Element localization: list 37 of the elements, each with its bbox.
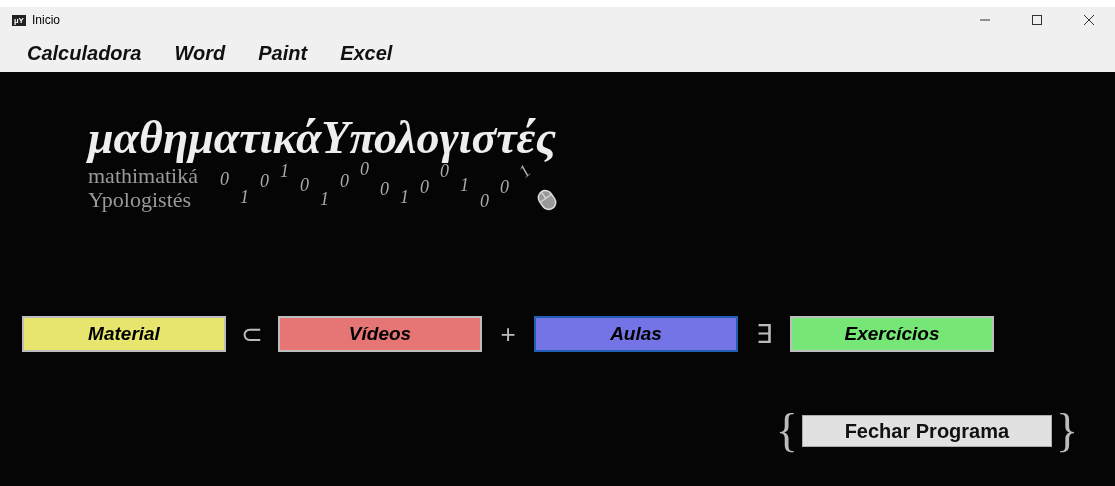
binary-digit: 1 xyxy=(319,190,329,208)
binary-digit: 1 xyxy=(399,188,409,206)
window-title: Inicio xyxy=(31,12,60,29)
menu-item[interactable]: Excel xyxy=(340,37,393,68)
app-icon: µY xyxy=(12,14,26,26)
binary-digit: 1 xyxy=(515,161,534,181)
binary-digit: 0 xyxy=(339,172,349,190)
binary-digit: 0 xyxy=(499,178,509,196)
brace-symbol: } xyxy=(1055,408,1078,454)
logo-subtitle: Ypologistés xyxy=(88,188,193,212)
section-button[interactable]: Vídeos xyxy=(278,316,482,352)
menu-item[interactable]: Paint xyxy=(258,37,308,68)
operator-symbol: + xyxy=(499,317,517,351)
binary-digit: 0 xyxy=(219,170,229,188)
close-program-button[interactable]: Fechar Programa xyxy=(801,415,1052,447)
section-button[interactable]: Aulas xyxy=(534,316,738,352)
brace-symbol: { xyxy=(775,408,798,454)
section-button[interactable]: Exercícios xyxy=(790,316,994,352)
operator-symbol: ∃ xyxy=(755,317,773,351)
binary-digit: 1 xyxy=(459,176,469,194)
binary-digit: 0 xyxy=(379,180,389,198)
binary-digit: 1 xyxy=(239,188,249,206)
binary-digit: 0 xyxy=(439,162,449,180)
binary-digit: 0 xyxy=(419,178,429,196)
logo-title: μαθηματικάΥπολογιστές xyxy=(88,112,557,163)
binary-digit: 0 xyxy=(359,160,369,178)
binary-digit: 0 xyxy=(479,192,489,210)
maximize-icon[interactable] xyxy=(1031,14,1043,26)
binary-digit: 1 xyxy=(279,162,289,180)
section-button[interactable]: Material xyxy=(22,316,226,352)
menu-item[interactable]: Word xyxy=(174,37,226,68)
logo-subtitle: mathimatiká xyxy=(88,164,198,188)
operator-symbol: ⊂ xyxy=(240,317,264,351)
binary-digit: 0 xyxy=(259,172,269,190)
binary-digit: 0 xyxy=(299,176,309,194)
menu-item[interactable]: Calculadora xyxy=(27,37,142,68)
close-icon[interactable] xyxy=(1083,14,1095,26)
